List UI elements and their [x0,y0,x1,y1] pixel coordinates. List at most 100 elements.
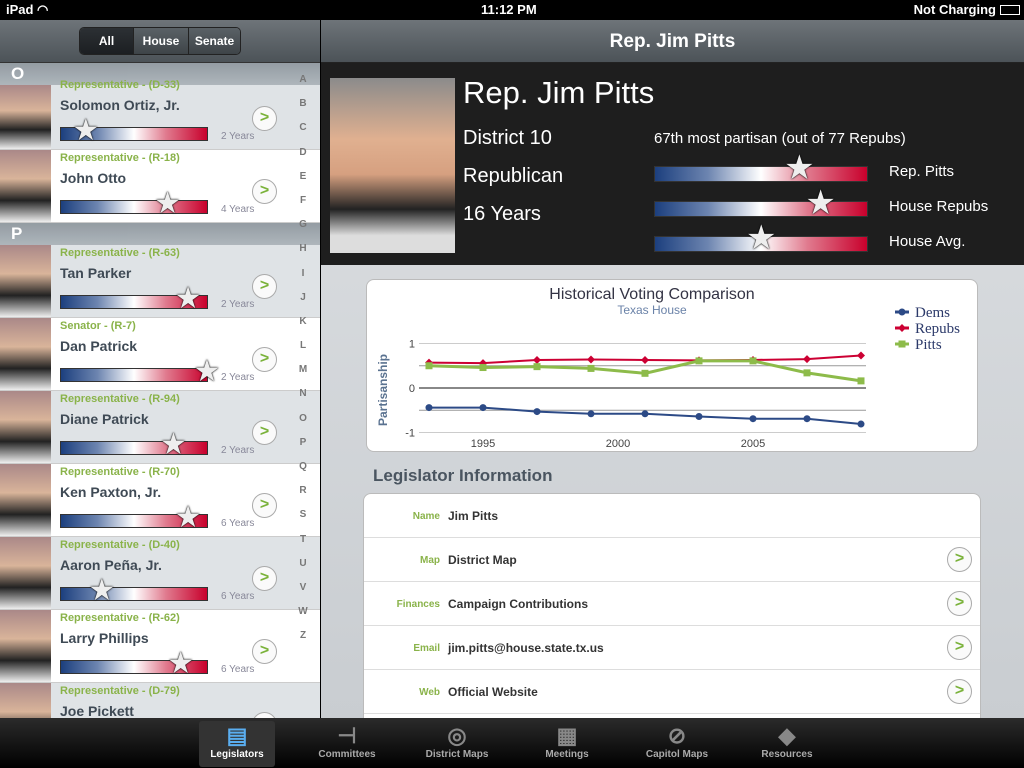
disclosure-button[interactable]: > [252,420,277,445]
disclosure-button[interactable]: > [947,679,972,704]
filter-house[interactable]: House [133,28,188,54]
tab-capitol-maps[interactable]: ⊘ Capitol Maps [639,721,715,767]
data-point-dems [425,404,433,412]
legislator-row[interactable]: Senator - (R-7) Dan Patrick ★ 2 Years > [0,318,320,391]
info-label: Finances [396,599,440,610]
years-served: 6 Years [221,664,255,675]
tab-legislators[interactable]: ▤ Legislators [199,721,275,767]
disclosure-button[interactable]: > [252,639,277,664]
index-letter-r[interactable]: R [293,485,313,509]
info-row-finances[interactable]: Finances Campaign Contributions > [364,582,980,626]
filter-senate[interactable]: Senate [188,28,240,54]
index-letter-k[interactable]: K [293,316,313,340]
chamber-filter[interactable]: All House Senate [79,27,241,55]
star-marker-icon: ★ [167,647,195,680]
index-letter-q[interactable]: Q [293,461,313,485]
index-letter-z[interactable]: Z [293,630,313,654]
voting-chart-card: Historical Voting Comparison Texas House… [366,279,978,452]
info-value[interactable]: District Map [448,553,517,567]
data-point-dems [641,410,649,418]
disclosure-button[interactable]: > [252,274,277,299]
disclosure-button[interactable]: > [252,179,277,204]
chart-title: Historical Voting Comparison [549,286,754,303]
alphabet-index[interactable]: ABCDEFGHIJKLMNOPQRSTUVWZ [293,74,313,655]
index-letter-n[interactable]: N [293,388,313,412]
index-letter-v[interactable]: V [293,582,313,606]
legislator-row[interactable]: Representative - (R-94) Diane Patrick ★ 2 Y… [0,391,320,464]
tab-district-maps[interactable]: ◎ District Maps [419,721,495,767]
index-letter-h[interactable]: H [293,243,313,267]
disclosure-button[interactable]: > [947,591,972,616]
disclosure-button[interactable]: > [252,347,277,372]
info-heading: Legislator Information [373,466,553,485]
info-value[interactable]: Campaign Contributions [448,597,588,611]
x-tick-label: 1995 [471,438,495,450]
legislator-role: Representative - (R-62) [60,612,180,624]
info-value[interactable]: Official Website [448,685,538,699]
disclosure-button[interactable]: > [947,635,972,660]
disclosure-button[interactable]: > [947,547,972,572]
tab-resources[interactable]: ◆ Resources [749,721,825,767]
legislator-row[interactable]: Representative - (D-40) Aaron Peña, Jr. ★ 6… [0,537,320,610]
disclosure-button[interactable]: > [252,106,277,131]
partisanship-bar: ★ [60,116,208,146]
index-letter-s[interactable]: S [293,509,313,533]
index-letter-f[interactable]: F [293,195,313,219]
index-letter-b[interactable]: B [293,98,313,122]
legislator-photo [330,78,455,253]
index-letter-l[interactable]: L [293,340,313,364]
legislator-thumbnail [0,318,51,390]
index-letter-u[interactable]: U [293,558,313,582]
index-letter-a[interactable]: A [293,74,313,98]
star-marker-icon: ★ [72,114,100,147]
info-row-email[interactable]: Email jim.pitts@house.state.tx.us > [364,626,980,670]
tab-meetings[interactable]: ▦ Meetings [529,721,605,767]
legislator-row[interactable]: Representative - (D-33) Solomon Ortiz, Jr… [0,79,320,150]
index-letter-p[interactable]: P [293,437,313,461]
index-letter-g[interactable]: G [293,219,313,243]
index-letter-w[interactable]: W [293,606,313,630]
disclosure-button[interactable]: > [252,566,277,591]
legislator-row[interactable]: Representative - (R-62) Larry Phillips ★ 6 … [0,610,320,683]
years-served: 4 Years [221,204,255,215]
legislator-row[interactable]: Representative - (R-18) John Otto ★ 4 Years… [0,150,320,223]
index-letter-d[interactable]: D [293,147,313,171]
star-marker-icon: ★ [159,428,187,461]
data-point-pitts [587,364,595,372]
tab-committees[interactable]: ⊣ Committees [309,721,385,767]
legislator-list[interactable]: O Representative - (D-33) Solomon Ortiz, J… [0,63,320,718]
years-served: 2 Years [221,445,255,456]
detail-title: Rep. Jim Pitts [321,20,1024,63]
list-header: All House Senate [0,20,320,63]
index-letter-j[interactable]: J [293,292,313,316]
legislator-name: Solomon Ortiz, Jr. [60,97,180,113]
info-row-web[interactable]: Web Official Website > [364,670,980,714]
legislator-row[interactable]: Representative - (R-70) Ken Paxton, Jr. ★ 6… [0,464,320,537]
y-tick-label: 0 [409,383,415,395]
legislator-list-pane: All House Senate O Representative - (D-33… [0,20,320,718]
party: Republican [463,165,564,187]
info-value[interactable]: jim.pitts@house.state.tx.us [448,641,604,655]
data-point-pitts [749,357,757,365]
index-letter-i[interactable]: I [293,268,313,292]
bar-label: Rep. Pitts [889,163,955,180]
data-point-repubs [533,355,541,364]
index-letter-e[interactable]: E [293,171,313,195]
filter-all[interactable]: All [80,28,133,54]
star-marker-icon: ★ [174,501,202,534]
info-label: Web [419,687,440,698]
legislator-name: Joe Pickett [60,703,134,718]
tab-label: Legislators [210,749,264,760]
legislator-row[interactable]: Representative - (R-63) Tan Parker ★ 2 Year… [0,245,320,318]
data-point-pitts [803,369,811,377]
disclosure-button[interactable]: > [252,493,277,518]
index-letter-t[interactable]: T [293,534,313,558]
index-letter-m[interactable]: M [293,364,313,388]
index-letter-o[interactable]: O [293,413,313,437]
info-row-map[interactable]: Map District Map > [364,538,980,582]
legislator-thumbnail [0,610,51,682]
legislator-row[interactable]: Representative - (D-79)Joe Pickett★> [0,683,320,718]
tab-label: Capitol Maps [645,749,709,760]
index-letter-c[interactable]: C [293,122,313,146]
tenure: 16 Years [463,203,541,225]
